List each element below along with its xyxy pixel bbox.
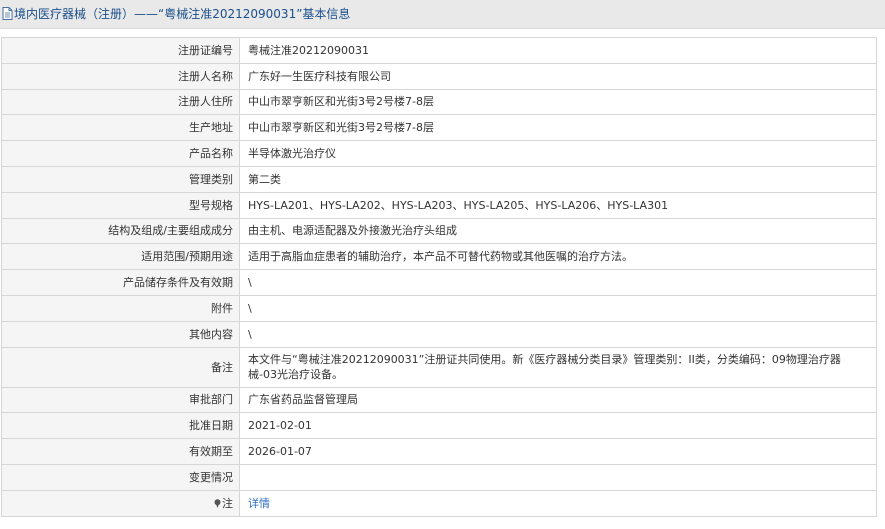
row-value: 适用于高脂血症患者的辅助治疗，本产品不可替代药物或其他医嘱的治疗方法。: [239, 243, 877, 271]
table-row: 注 详情: [1, 489, 877, 517]
row-label: 备注: [1, 346, 240, 388]
row-label: 产品名称: [1, 140, 240, 167]
row-value: \: [239, 294, 877, 322]
row-label: 批准日期: [1, 412, 240, 440]
table-row: 结构及组成/主要组成成分 由主机、电源适配器及外接激光治疗头组成: [1, 217, 877, 245]
note-row-label: 注: [1, 489, 240, 517]
row-label: 注册人住所: [1, 88, 240, 116]
table-row: 审批部门 广东省药品监督管理局: [1, 386, 877, 414]
pin-icon: [214, 498, 221, 508]
table-row: 管理类别 第二类: [1, 165, 877, 193]
row-label: 有效期至: [1, 438, 240, 465]
row-label: 变更情况: [1, 463, 240, 491]
row-value: 本文件与“粤械注准20212090031”注册证共同使用。新《医疗器械分类目录》…: [239, 346, 877, 388]
row-value: 第二类: [239, 165, 877, 193]
row-label: 型号规格: [1, 191, 240, 219]
row-label: 适用范围/预期用途: [1, 243, 240, 271]
row-label: 注: [222, 496, 233, 510]
row-value: \: [239, 320, 877, 348]
page-header: 境内医疗器械（注册）——“粤械注准20212090031”基本信息: [0, 0, 885, 29]
row-label: 生产地址: [1, 114, 240, 142]
row-value: HYS-LA201、HYS-LA202、HYS-LA203、HYS-LA205、…: [239, 191, 877, 219]
row-value: 2026-01-07: [239, 438, 877, 465]
row-value: [239, 463, 877, 491]
row-label: 管理类别: [1, 165, 240, 193]
row-value: 广东好一生医疗科技有限公司: [239, 62, 877, 90]
table-row: 生产地址 中山市翠亨新区和光街3号2号楼7-8层: [1, 114, 877, 142]
table-row: 备注 本文件与“粤械注准20212090031”注册证共同使用。新《医疗器械分类…: [1, 346, 877, 388]
document-icon: [2, 7, 13, 20]
row-value: 粤械注准20212090031: [239, 37, 877, 64]
table-row: 有效期至 2026-01-07: [1, 438, 877, 465]
table-row: 型号规格 HYS-LA201、HYS-LA202、HYS-LA203、HYS-L…: [1, 191, 877, 219]
table-row: 其他内容 \: [1, 320, 877, 348]
row-value: 半导体激光治疗仪: [239, 140, 877, 167]
row-label: 产品储存条件及有效期: [1, 269, 240, 296]
row-label: 其他内容: [1, 320, 240, 348]
table-row: 批准日期 2021-02-01: [1, 412, 877, 440]
row-value: 中山市翠亨新区和光街3号2号楼7-8层: [239, 114, 877, 142]
row-label: 结构及组成/主要组成成分: [1, 217, 240, 245]
table-row: 注册人名称 广东好一生医疗科技有限公司: [1, 62, 877, 90]
table-row: 适用范围/预期用途 适用于高脂血症患者的辅助治疗，本产品不可替代药物或其他医嘱的…: [1, 243, 877, 271]
row-label: 注册证编号: [1, 37, 240, 64]
row-label: 审批部门: [1, 386, 240, 414]
row-value: 由主机、电源适配器及外接激光治疗头组成: [239, 217, 877, 245]
table-row: 变更情况: [1, 463, 877, 491]
table-row: 注册人住所 中山市翠亨新区和光街3号2号楼7-8层: [1, 88, 877, 116]
row-label: 注册人名称: [1, 62, 240, 90]
row-value: 中山市翠亨新区和光街3号2号楼7-8层: [239, 88, 877, 116]
table-row: 产品名称 半导体激光治疗仪: [1, 140, 877, 167]
row-value: 2021-02-01: [239, 412, 877, 440]
page-title: 境内医疗器械（注册）——“粤械注准20212090031”基本信息: [14, 7, 351, 21]
details-link[interactable]: 详情: [248, 497, 270, 510]
table-row: 附件 \: [1, 294, 877, 322]
table-row: 产品储存条件及有效期 \: [1, 269, 877, 296]
table-row: 注册证编号 粤械注准20212090031: [1, 37, 877, 64]
row-label: 附件: [1, 294, 240, 322]
row-value: \: [239, 269, 877, 296]
info-table: 注册证编号 粤械注准20212090031 注册人名称 广东好一生医疗科技有限公…: [1, 37, 877, 517]
row-value: 广东省药品监督管理局: [239, 386, 877, 414]
row-value: 详情: [239, 489, 877, 517]
